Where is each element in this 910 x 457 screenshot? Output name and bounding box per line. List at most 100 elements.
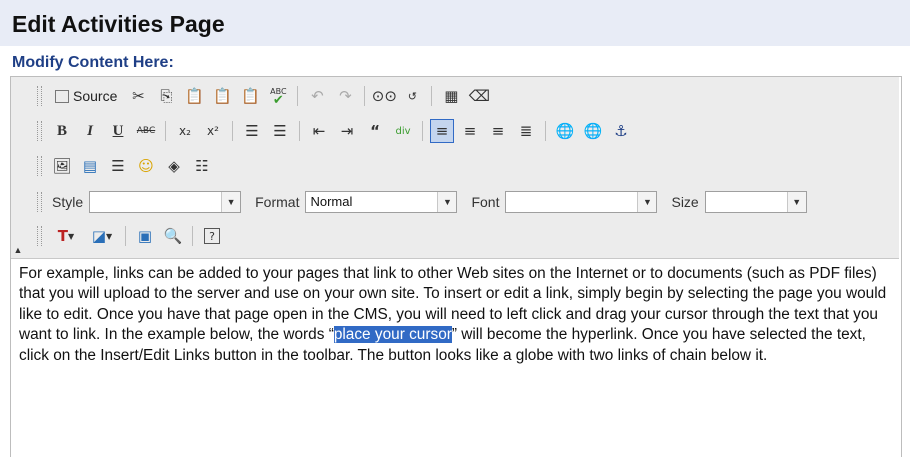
indent-button[interactable]: ⇥: [335, 119, 359, 143]
quote-icon: “: [370, 122, 380, 140]
toolbar-row-5: T ▼ ◪ ▼ ▣ 🔍 ?: [37, 222, 226, 250]
create-div-button[interactable]: div: [391, 119, 415, 143]
align-justify-button[interactable]: ≣: [514, 119, 538, 143]
section-label: Modify Content Here:: [12, 54, 174, 71]
editor-content[interactable]: For example, links can be added to your …: [19, 264, 889, 366]
style-value: [90, 192, 221, 212]
copy-button[interactable]: ⎘: [154, 84, 178, 108]
paste-text-button[interactable]: 📋: [210, 84, 234, 108]
toolbar-separator: [431, 86, 433, 106]
select-all-icon: ▦: [444, 87, 459, 105]
font-label: Font: [471, 194, 500, 210]
strikethrough-button[interactable]: ABC: [134, 119, 158, 143]
toolbar-separator: [299, 121, 300, 141]
font-dropdown[interactable]: ▼: [505, 191, 658, 213]
selected-text: place your cursor: [333, 326, 452, 344]
smiley-icon: ☺: [138, 157, 154, 175]
toolbar-grip: [37, 86, 42, 106]
anchor-button[interactable]: ⚓: [609, 119, 633, 143]
select-all-button[interactable]: ▦: [439, 84, 463, 108]
image-icon: 🖼: [52, 157, 72, 175]
chevron-down-icon: ▼: [68, 231, 75, 241]
toolbar-separator: [165, 121, 166, 141]
replace-button[interactable]: ↺: [400, 84, 424, 108]
insert-link-button[interactable]: 🌐: [553, 119, 577, 143]
italic-button[interactable]: I: [78, 119, 102, 143]
paint-bucket-icon: ◪: [91, 227, 107, 245]
toolbar-grip: [37, 121, 42, 141]
insert-table-button[interactable]: ▤: [78, 154, 102, 178]
toolbar-separator: [422, 121, 423, 141]
cut-button[interactable]: ✂: [126, 84, 150, 108]
checkmark-icon: ✔: [272, 93, 284, 108]
format-label: Format: [255, 194, 300, 210]
toolbar-separator: [297, 86, 299, 106]
eraser-icon: ⌫: [468, 87, 490, 105]
chevron-down-icon: ▼: [106, 231, 113, 241]
toolbar-separator: [192, 226, 193, 246]
rich-text-editor: Source ✂ ⎘ 📋 📋 📋 ABC ✔ ↶ ↷ ⊙⊙ ↺ ▦ ⌫ B I U…: [10, 76, 902, 457]
insert-image-button[interactable]: 🖼: [50, 154, 74, 178]
source-label: Source: [73, 88, 118, 104]
undo-icon: ↶: [311, 87, 324, 105]
smiley-button[interactable]: ☺: [134, 154, 158, 178]
bulleted-list-icon: ☰: [273, 122, 287, 140]
div-icon: div: [395, 125, 411, 137]
unlink-icon: 🌐: [583, 122, 603, 140]
toolbar-grip: [37, 226, 42, 246]
bold-button[interactable]: B: [50, 119, 74, 143]
anchor-icon: ⚓: [614, 122, 628, 140]
blockquote-button[interactable]: “: [363, 119, 387, 143]
style-dropdown[interactable]: ▼: [89, 191, 242, 213]
unlink-button[interactable]: 🌐: [581, 119, 605, 143]
preview-button[interactable]: 🔍: [161, 224, 185, 248]
text-color-icon: T: [57, 227, 69, 245]
align-center-icon: ≡: [463, 122, 477, 140]
bulleted-list-button[interactable]: ☰: [268, 119, 292, 143]
outdent-button[interactable]: ⇤: [307, 119, 331, 143]
remove-format-button[interactable]: ⌫: [467, 84, 491, 108]
format-value: Normal: [310, 194, 353, 209]
numbered-list-button[interactable]: ☰: [240, 119, 264, 143]
undo-button[interactable]: ↶: [305, 84, 329, 108]
toolbar-separator: [125, 226, 126, 246]
horizontal-rule-icon: ☰: [111, 157, 125, 175]
spellcheck-button[interactable]: ABC ✔: [266, 84, 290, 108]
find-button[interactable]: ⊙⊙: [372, 84, 397, 108]
background-color-button[interactable]: ◪ ▼: [86, 224, 118, 248]
preview-icon: 🔍: [163, 227, 183, 245]
table-icon: ▤: [82, 157, 98, 175]
align-center-button[interactable]: ≡: [458, 119, 482, 143]
toolbar-grip: [37, 156, 42, 176]
paste-button[interactable]: 📋: [182, 84, 206, 108]
toolbar-row-4: Style ▼ Format Normal ▼ Font ▼ Size ▼: [37, 188, 817, 216]
underline-button[interactable]: U: [106, 119, 130, 143]
align-right-button[interactable]: ≡: [486, 119, 510, 143]
superscript-button[interactable]: x²: [201, 119, 225, 143]
horizontal-rule-button[interactable]: ☰: [106, 154, 130, 178]
size-label: Size: [671, 194, 699, 210]
toolbar-row-1: Source ✂ ⎘ 📋 📋 📋 ABC ✔ ↶ ↷ ⊙⊙ ↺ ▦ ⌫: [37, 82, 493, 110]
align-justify-icon: ≣: [519, 122, 533, 140]
page-break-button[interactable]: ☷: [190, 154, 214, 178]
redo-button[interactable]: ↷: [333, 84, 357, 108]
size-value: [706, 192, 787, 212]
chevron-down-icon: ▼: [786, 192, 806, 212]
collapse-toolbar-icon[interactable]: ▲: [11, 243, 25, 257]
paste-text-icon: 📋: [213, 87, 232, 105]
paste-word-button[interactable]: 📋: [238, 84, 262, 108]
special-char-icon: ◈: [168, 157, 180, 175]
paste-word-icon: 📋: [241, 87, 260, 105]
align-left-button[interactable]: ≡: [430, 119, 454, 143]
source-button[interactable]: Source: [50, 84, 122, 108]
subscript-button[interactable]: x₂: [173, 119, 197, 143]
help-button[interactable]: ?: [200, 224, 224, 248]
format-dropdown[interactable]: Normal ▼: [305, 191, 458, 213]
maximize-button[interactable]: ▣: [133, 224, 157, 248]
special-char-button[interactable]: ◈: [162, 154, 186, 178]
scissors-icon: ✂: [132, 87, 145, 105]
outdent-icon: ⇤: [312, 122, 326, 140]
text-color-button[interactable]: T ▼: [50, 224, 82, 248]
size-dropdown[interactable]: ▼: [704, 191, 807, 213]
clipboard-icon: 📋: [185, 87, 204, 105]
